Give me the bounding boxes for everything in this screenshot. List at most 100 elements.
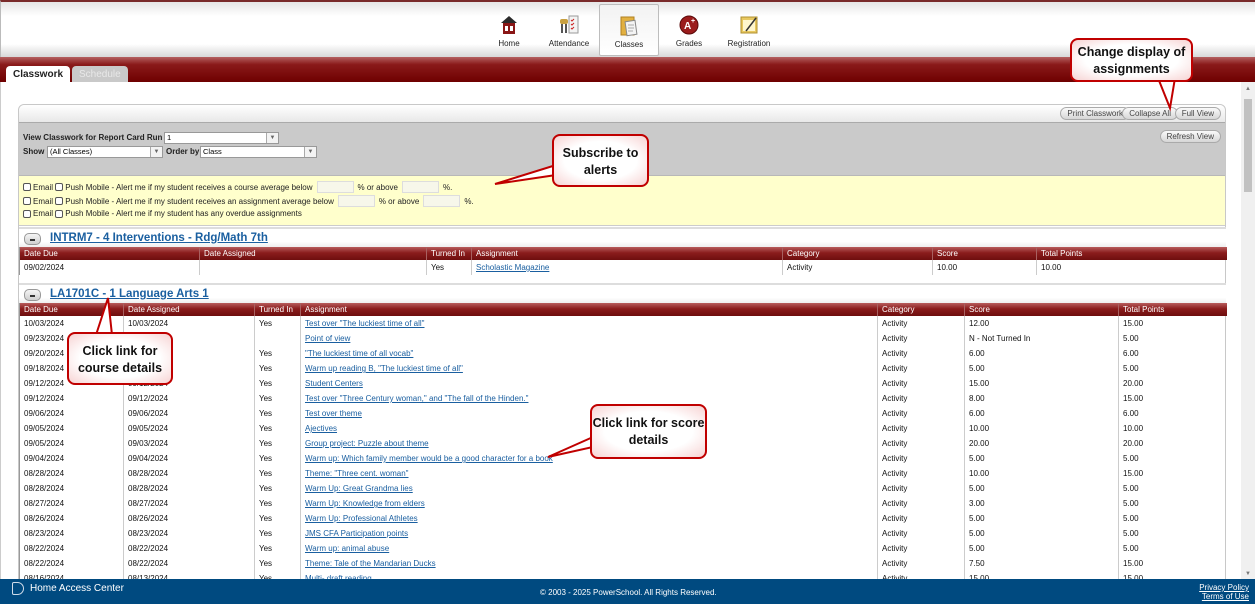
report-card-run-select[interactable]: 1 ▼ — [164, 132, 279, 144]
push-mobile-checkbox[interactable] — [55, 197, 64, 205]
column-header: Score — [964, 303, 1119, 316]
total-points: 15.00 — [1118, 556, 1227, 571]
assignment-link[interactable]: Warm up: animal abuse — [300, 541, 878, 556]
callout-alerts: Subscribe to alerts — [552, 134, 649, 187]
show-select[interactable]: (All Classes) ▼ — [47, 146, 163, 158]
score: 5.00 — [964, 541, 1119, 556]
turned-in: Yes — [254, 346, 301, 361]
scroll-up-arrow-icon[interactable]: ▲ — [1245, 86, 1251, 92]
course-average-below-input[interactable] — [316, 181, 354, 193]
nav-home[interactable]: Home — [479, 4, 539, 54]
category: Activity — [877, 421, 965, 436]
assignment-link[interactable]: Warm Up: Professional Athletes — [300, 511, 878, 526]
assignment-link[interactable]: Warm up reading B, "The luckiest time of… — [300, 361, 878, 376]
push-mobile-checkbox[interactable] — [55, 183, 64, 191]
category: Activity — [877, 511, 965, 526]
classes-icon — [620, 16, 638, 37]
date-assigned: 08/26/2024 — [123, 511, 255, 526]
assignment-link[interactable]: JMS CFA Participation points — [300, 526, 878, 541]
category: Activity — [877, 406, 965, 421]
date-due: 08/16/2024 — [19, 571, 124, 579]
date-due: 10/03/2024 — [19, 316, 124, 331]
assignment-link[interactable]: Test over "Three Century woman," and "Th… — [300, 391, 878, 406]
svg-text:+: + — [691, 18, 695, 25]
nav-grades-label: Grades — [675, 39, 703, 48]
date-due: 08/23/2024 — [19, 526, 124, 541]
date-assigned: 09/05/2024 — [123, 421, 255, 436]
print-classwork-button[interactable]: Print Classwork — [1060, 107, 1130, 120]
assignment-average-above-input[interactable] — [423, 195, 461, 207]
push-mobile-checkbox[interactable] — [55, 209, 64, 218]
category: Activity — [877, 556, 965, 571]
assignment-row: 08/23/2024 08/23/2024 Yes JMS CFA Participa… — [19, 526, 1227, 541]
assignment-link[interactable]: Multi- draft reading — [300, 571, 878, 579]
score: N - Not Turned In — [964, 331, 1119, 346]
callout-display: Change display of assignments — [1070, 38, 1193, 82]
assignment-link[interactable]: Student Centers — [300, 376, 878, 391]
tab-schedule[interactable]: Schedule — [72, 66, 128, 83]
footer-copyright: © 2003 - 2025 PowerSchool. All Rights Re… — [540, 588, 717, 597]
assignment-link[interactable]: "The luckiest time of all vocab" — [300, 346, 878, 361]
turned-in: Yes — [254, 466, 301, 481]
percent-label: %. — [464, 196, 474, 206]
assignment-link[interactable]: Warm up: Which family member would be a … — [300, 451, 878, 466]
turned-in: Yes — [254, 556, 301, 571]
turned-in: Yes — [254, 541, 301, 556]
registration-icon — [740, 16, 758, 34]
category: Activity — [877, 496, 965, 511]
assignment-link[interactable]: Theme: Tale of the Mandarian Ducks — [300, 556, 878, 571]
nav-classes[interactable]: Classes — [599, 4, 659, 56]
full-view-button[interactable]: Full View — [1174, 107, 1221, 120]
alert-assignment-average: Email Push Mobile - Alert me if my stude… — [23, 195, 474, 207]
nav-registration[interactable]: Registration — [719, 4, 779, 54]
nav-attendance-label: Attendance — [548, 39, 590, 48]
order-by-select[interactable]: Class ▼ — [200, 146, 317, 158]
assignment-row: 08/28/2024 08/28/2024 Yes Theme: "Three cen… — [19, 466, 1227, 481]
email-checkbox[interactable] — [23, 197, 31, 205]
powerschool-logo-icon — [12, 582, 24, 595]
assignment-link[interactable]: Theme: "Three cent. woman" — [300, 466, 878, 481]
course-header: INTRM7 - 4 Interventions - Rdg/Math 7th — [19, 227, 1226, 247]
tab-classwork[interactable]: Classwork — [6, 66, 71, 83]
collapse-all-button[interactable]: Collapse All — [1122, 107, 1178, 120]
assignment-row: 08/27/2024 08/27/2024 Yes Warm Up: Knowledg… — [19, 496, 1227, 511]
total-points: 20.00 — [1118, 436, 1227, 451]
assignment-link[interactable]: Warm Up: Great Grandma lies — [300, 481, 878, 496]
assignment-link[interactable]: Ajectives — [300, 421, 878, 436]
email-checkbox[interactable] — [23, 183, 31, 191]
total-points: 5.00 — [1118, 541, 1227, 556]
email-checkbox[interactable] — [23, 209, 31, 218]
scroll-down-arrow-icon[interactable]: ▼ — [1245, 571, 1251, 577]
collapse-course-button[interactable] — [24, 233, 41, 245]
assignment-link[interactable]: Test over theme — [300, 406, 878, 421]
nav-home-label: Home — [498, 39, 520, 48]
terms-of-use-link[interactable]: Terms of Use — [1199, 592, 1249, 601]
assignment-link[interactable]: Group project: Puzzle about theme — [300, 436, 878, 451]
scrollbar-thumb[interactable] — [1244, 99, 1252, 192]
assignment-link[interactable]: Warm Up: Knowledge from elders — [300, 496, 878, 511]
date-assigned: 08/13/2024 — [123, 571, 255, 579]
course-average-above-input[interactable] — [401, 181, 439, 193]
show-label: Show — [23, 147, 45, 156]
nav-attendance[interactable]: Attendance — [539, 4, 599, 54]
category: Activity — [877, 361, 965, 376]
category: Activity — [877, 481, 965, 496]
assignment-link[interactable]: Test over "The luckiest time of all" — [300, 316, 878, 331]
privacy-policy-link[interactable]: Privacy Policy — [1199, 583, 1249, 592]
assignment-row: 08/26/2024 08/26/2024 Yes Warm Up: Professi… — [19, 511, 1227, 526]
vertical-scrollbar[interactable]: ▲ ▼ — [1241, 82, 1255, 579]
or-above-label: % or above — [378, 196, 420, 206]
assignment-link[interactable]: Point of view — [300, 331, 878, 346]
collapse-course-button[interactable] — [24, 289, 41, 301]
course-title-link[interactable]: INTRM7 - 4 Interventions - Rdg/Math 7th — [50, 232, 268, 244]
score: 6.00 — [964, 406, 1119, 421]
score: 5.00 — [964, 451, 1119, 466]
assignment-average-below-input[interactable] — [337, 195, 375, 207]
turned-in: Yes — [254, 496, 301, 511]
push-mobile-label: Push Mobile — [65, 209, 110, 218]
course-title-link[interactable]: LA1701C - 1 Language Arts 1 — [50, 288, 209, 300]
nav-grades[interactable]: A + Grades — [659, 4, 719, 54]
refresh-view-button[interactable]: Refresh View — [1159, 130, 1221, 143]
alert-overdue: Email Push Mobile - Alert me if my stude… — [23, 209, 302, 218]
assignment-link[interactable]: Scholastic Magazine — [471, 260, 783, 275]
